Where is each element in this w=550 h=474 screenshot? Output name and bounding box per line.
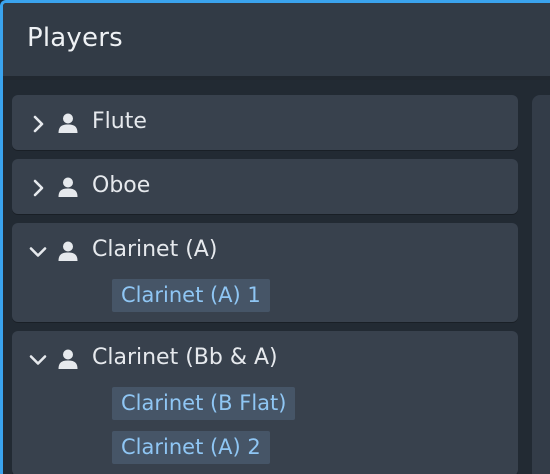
chevron-right-icon[interactable]	[28, 178, 48, 198]
player-row[interactable]: Clarinet (Bb & A)	[12, 331, 518, 388]
players-panel: Players Flute Oboe Clarinet (A) Clarinet…	[0, 0, 550, 474]
chevron-right-icon[interactable]	[28, 114, 48, 134]
person-icon	[58, 241, 78, 261]
scrollbar[interactable]	[532, 95, 550, 474]
player-row[interactable]: Clarinet (A)	[12, 223, 518, 280]
player-card-flute[interactable]: Flute	[12, 95, 518, 150]
instrument-chip[interactable]: Clarinet (A) 1	[112, 279, 270, 312]
instrument-chip[interactable]: Clarinet (B Flat)	[112, 387, 296, 420]
person-icon	[58, 113, 78, 133]
person-icon	[58, 177, 78, 197]
player-name: Clarinet (Bb & A)	[92, 345, 278, 370]
player-row[interactable]: Oboe	[12, 159, 518, 216]
panel-title: Players	[27, 23, 123, 53]
player-card-clarinet-bb-a[interactable]: Clarinet (Bb & A) Clarinet (B Flat) Clar…	[12, 331, 518, 474]
player-name: Oboe	[92, 173, 151, 198]
player-name: Clarinet (A)	[92, 237, 218, 262]
instrument-chip[interactable]: Clarinet (A) 2	[112, 431, 270, 464]
players-list: Flute Oboe Clarinet (A) Clarinet (A) 1 C…	[3, 80, 550, 474]
player-card-oboe[interactable]: Oboe	[12, 159, 518, 214]
panel-header: Players	[3, 3, 550, 80]
player-name: Flute	[92, 109, 147, 134]
player-row[interactable]: Flute	[12, 95, 518, 152]
chevron-down-icon[interactable]	[28, 350, 48, 370]
person-icon	[58, 349, 78, 369]
chevron-down-icon[interactable]	[28, 242, 48, 262]
player-card-clarinet-a[interactable]: Clarinet (A) Clarinet (A) 1	[12, 223, 518, 322]
